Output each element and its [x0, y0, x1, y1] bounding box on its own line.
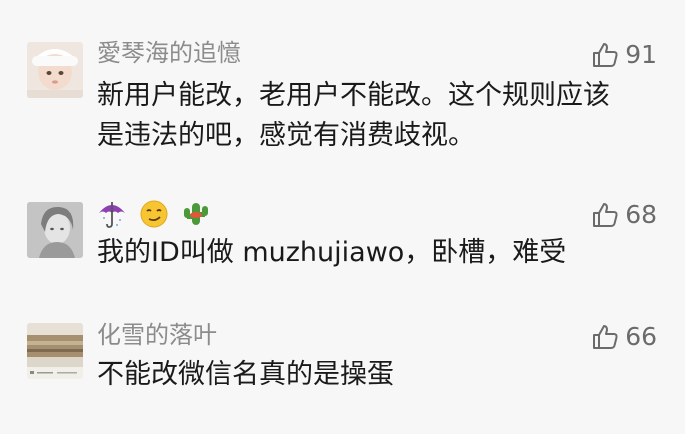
comment-text: 新用户能改，老用户不能改。这个规则应该 是违法的吧，感觉有消费歧视。 — [97, 80, 610, 151]
thumbs-up-icon — [593, 203, 618, 227]
like-count: 91 — [625, 40, 657, 69]
cactus-icon — [184, 203, 208, 225]
comment-text: 我的ID叫做 muzhujiawo，卧槽，难受 — [97, 237, 567, 268]
nickname[interactable]: 化雪的落叶 — [97, 320, 217, 350]
avatar[interactable] — [27, 202, 83, 258]
comment-text: 不能改微信名真的是操蛋 — [97, 359, 394, 390]
thumbs-up-icon — [593, 43, 618, 67]
nickname[interactable]: 愛琴海的追憶 — [97, 38, 241, 68]
thumbs-up-icon — [593, 325, 618, 349]
avatar[interactable] — [27, 323, 83, 379]
like-button[interactable]: 66 — [591, 322, 657, 352]
nickname-emojis[interactable] — [97, 199, 211, 229]
avatar[interactable] — [27, 42, 83, 98]
baby-photo-avatar — [27, 42, 83, 98]
like-button[interactable]: 68 — [591, 200, 657, 230]
landscape-photo-avatar — [27, 323, 83, 379]
like-count: 68 — [625, 200, 657, 229]
grayscale-portrait-avatar — [27, 202, 83, 258]
smirk-face-icon — [140, 200, 168, 228]
umbrella-icon — [99, 202, 125, 228]
like-button[interactable]: 91 — [591, 40, 657, 70]
like-count: 66 — [625, 322, 657, 351]
